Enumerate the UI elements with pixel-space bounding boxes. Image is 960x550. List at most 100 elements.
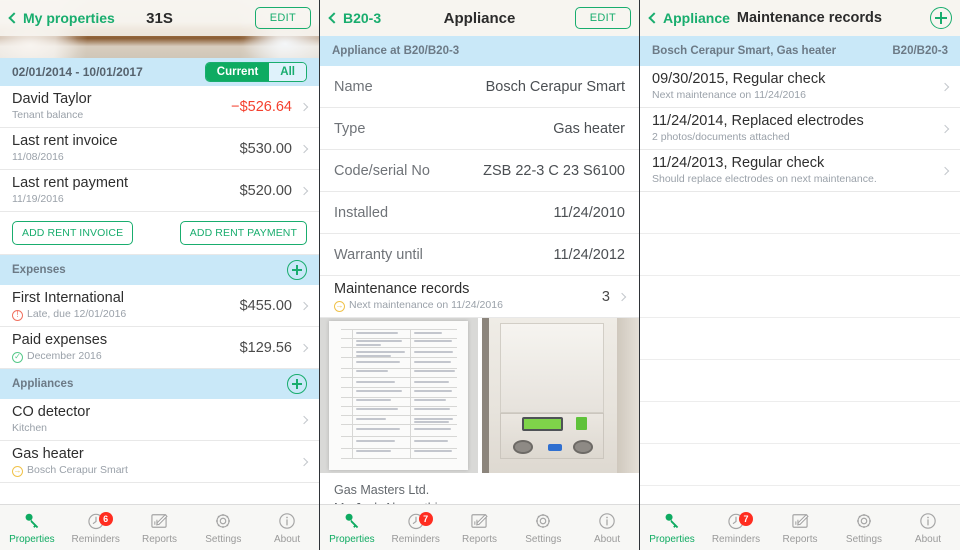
- tab-label: Properties: [9, 534, 55, 545]
- tab-properties[interactable]: Properties: [320, 505, 384, 550]
- detail-key: Type: [334, 120, 366, 137]
- boiler-wall: [616, 318, 639, 473]
- list-item[interactable]: First International ! Late, due 12/01/20…: [0, 285, 319, 327]
- gas-boiler-photo[interactable]: [481, 318, 639, 473]
- clock-icon: 7: [726, 510, 753, 532]
- row-title: Paid expenses: [12, 332, 108, 349]
- segment-all[interactable]: All: [269, 63, 306, 81]
- property-detail-screen: My properties 31S EDIT 02/01/2014 - 10/0…: [0, 0, 320, 550]
- tab-label: Reports: [782, 534, 818, 545]
- tab-settings[interactable]: Settings: [832, 505, 896, 550]
- detail-value: 11/24/2012: [553, 246, 626, 263]
- tab-reminders[interactable]: 6 Reminders: [64, 505, 128, 550]
- empty-row: [640, 444, 960, 486]
- row-subtitle: Tenant balance: [12, 109, 84, 122]
- back-button-label: My properties: [23, 10, 115, 26]
- chevron-right-icon: [299, 186, 309, 195]
- segment-current[interactable]: Current: [205, 63, 270, 81]
- row-title: 11/24/2013, Regular check: [652, 155, 825, 172]
- row-title: Last rent payment: [12, 175, 129, 192]
- row-subtitle: Next maintenance on 11/24/2016: [652, 89, 806, 102]
- rent-action-buttons: ADD RENT INVOICE ADD RENT PAYMENT: [0, 212, 319, 255]
- chevron-right-icon: [940, 124, 950, 133]
- arrow-icon: →: [12, 465, 23, 477]
- records-list[interactable]: Bosch Cerapur Smart, Gas heater B20/B20-…: [640, 36, 960, 504]
- tab-reminders[interactable]: 7 Reminders: [704, 505, 768, 550]
- report-pencil-icon: [469, 510, 489, 532]
- row-title: 09/30/2015, Regular check: [652, 71, 826, 88]
- edit-button[interactable]: EDIT: [254, 7, 311, 29]
- row-subtitle: → Next maintenance on 11/24/2016: [334, 299, 602, 313]
- appliances-section-label: Appliances: [12, 378, 74, 390]
- document-scan-photo[interactable]: [320, 318, 478, 473]
- detail-value: Bosch Cerapur Smart: [485, 78, 625, 95]
- tab-about[interactable]: About: [575, 505, 639, 550]
- row-subtitle: ✓ December 2016: [12, 350, 240, 364]
- back-button[interactable]: B20-3: [328, 10, 381, 26]
- record-context-location: B20/B20-3: [892, 45, 948, 57]
- detail-value: Gas heater: [553, 120, 625, 137]
- list-item[interactable]: 11/24/2014, Replaced electrodes 2 photos…: [640, 108, 960, 150]
- chevron-right-icon: [299, 343, 309, 352]
- tab-reports[interactable]: Reports: [448, 505, 512, 550]
- detail-row: Name Bosch Cerapur Smart: [320, 66, 639, 108]
- list-item[interactable]: Paid expenses ✓ December 2016 $129.56: [0, 327, 319, 369]
- chevron-right-icon: [617, 292, 627, 301]
- property-content-list[interactable]: 02/01/2014 - 10/01/2017 Current All Davi…: [0, 58, 319, 504]
- tab-bar: Properties 6 Reminders Reports Settings …: [0, 504, 319, 550]
- add-rent-invoice-button[interactable]: ADD RENT INVOICE: [12, 221, 134, 245]
- tab-label: Reminders: [711, 534, 761, 545]
- detail-value: 11/24/2010: [553, 204, 626, 221]
- tab-about[interactable]: About: [255, 505, 319, 550]
- navigation-bar: My properties 31S EDIT: [0, 0, 319, 36]
- tab-reports[interactable]: Reports: [768, 505, 832, 550]
- navigation-bar: B20-3 Appliance EDIT: [320, 0, 639, 36]
- tab-label: Reports: [141, 534, 177, 545]
- appliance-content-list[interactable]: Appliance at B20/B20-3 Name Bosch Cerapu…: [320, 36, 639, 504]
- detail-key: Name: [334, 78, 373, 95]
- row-title: First International: [12, 290, 125, 307]
- detail-key: Code/serial No: [334, 162, 430, 179]
- chevron-right-icon: [940, 166, 950, 175]
- date-range-label: 02/01/2014 - 10/01/2017: [12, 65, 143, 79]
- tab-properties[interactable]: Properties: [640, 505, 704, 550]
- detail-row: Code/serial No ZSB 22-3 C 23 S6100: [320, 150, 639, 192]
- tab-settings[interactable]: Settings: [511, 505, 575, 550]
- add-rent-payment-button[interactable]: ADD RENT PAYMENT: [179, 221, 307, 245]
- detail-key: Warranty until: [334, 246, 423, 263]
- list-item[interactable]: Last rent payment 11/19/2016 $520.00: [0, 170, 319, 212]
- appliance-location-label: Appliance at B20/B20-3: [332, 45, 460, 57]
- list-item[interactable]: David Taylor Tenant balance −$526.64: [0, 86, 319, 128]
- tab-properties[interactable]: Properties: [0, 505, 64, 550]
- check-icon: ✓: [12, 351, 23, 363]
- row-value: $129.56: [239, 339, 292, 356]
- list-item[interactable]: Gas heater → Bosch Cerapur Smart: [0, 441, 319, 483]
- info-icon: [918, 510, 938, 532]
- back-button[interactable]: My properties: [8, 10, 115, 26]
- list-item[interactable]: 11/24/2013, Regular check Should replace…: [640, 150, 960, 192]
- edit-button[interactable]: EDIT: [574, 7, 631, 29]
- tab-reports[interactable]: Reports: [128, 505, 192, 550]
- period-segmented-control[interactable]: Current All: [204, 62, 307, 82]
- maintenance-records-row[interactable]: Maintenance records → Next maintenance o…: [320, 276, 639, 318]
- list-item[interactable]: 09/30/2015, Regular check Next maintenan…: [640, 66, 960, 108]
- tab-bar: Properties 7 Reminders Reports Settings …: [320, 504, 639, 550]
- key-icon: [342, 510, 362, 532]
- add-record-button[interactable]: [930, 7, 952, 29]
- add-expense-button[interactable]: [287, 260, 307, 280]
- list-item[interactable]: CO detector Kitchen: [0, 399, 319, 441]
- empty-row: [640, 318, 960, 360]
- back-button[interactable]: Appliance: [648, 10, 730, 26]
- tab-reminders[interactable]: 7 Reminders: [384, 505, 448, 550]
- tab-settings[interactable]: Settings: [191, 505, 255, 550]
- tab-about[interactable]: About: [896, 505, 960, 550]
- info-icon: [597, 510, 617, 532]
- tab-label: About: [594, 534, 621, 545]
- row-subtitle: Kitchen: [12, 422, 48, 435]
- gear-icon: [213, 510, 233, 532]
- list-item[interactable]: Last rent invoice 11/08/2016 $530.00: [0, 128, 319, 170]
- boiler-display: [522, 417, 564, 432]
- report-pencil-icon: [149, 510, 169, 532]
- record-context-header: Bosch Cerapur Smart, Gas heater B20/B20-…: [640, 36, 960, 66]
- add-appliance-button[interactable]: [287, 374, 307, 394]
